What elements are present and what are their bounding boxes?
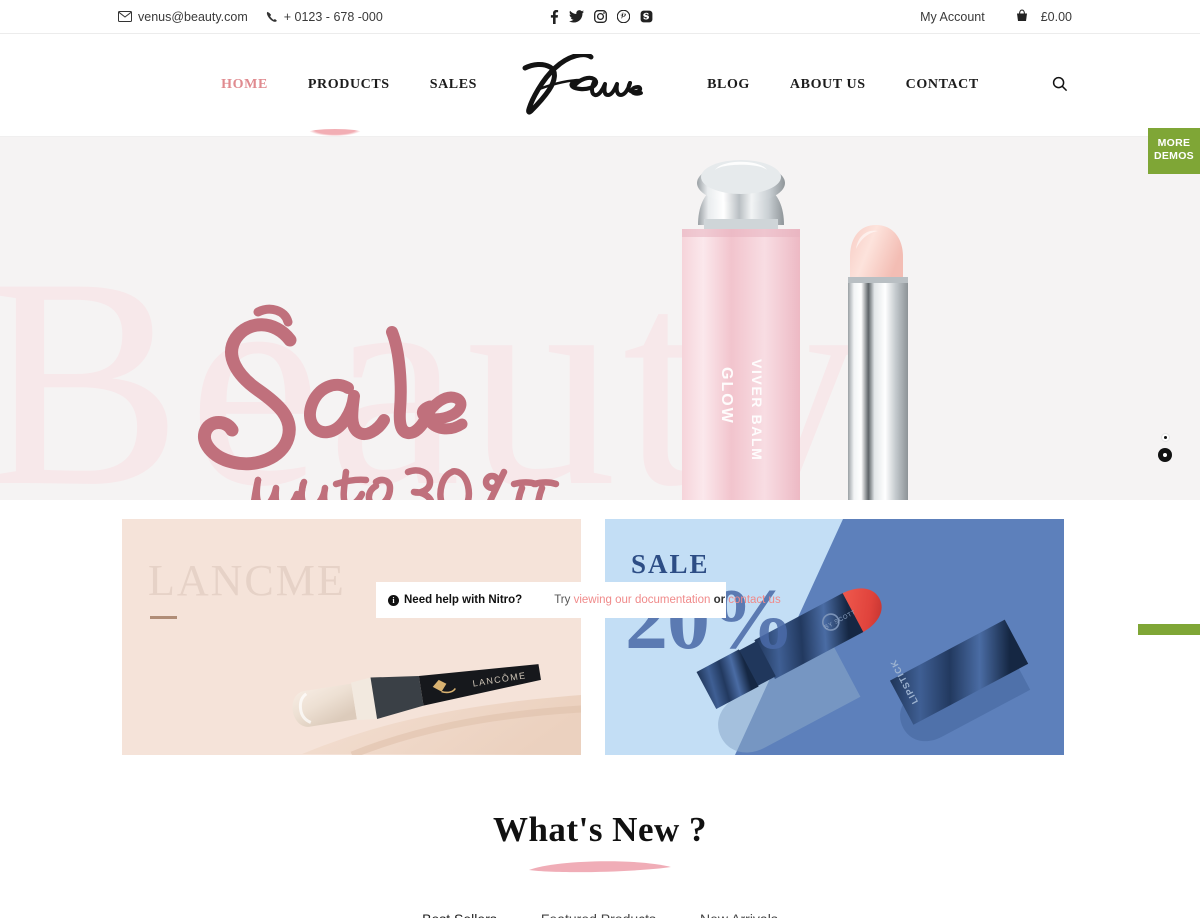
sale-banner-label: SALE <box>631 549 710 579</box>
svg-text:GLOW: GLOW <box>718 367 735 425</box>
nav-item-home[interactable]: HOME <box>201 71 288 99</box>
green-edge-accent <box>1138 624 1200 635</box>
nav-item-blog[interactable]: BLOG <box>687 71 770 99</box>
nav-left-group: HOME PRODUCTS SALES <box>201 71 497 136</box>
tab-best-sellers[interactable]: Best Sellers <box>400 901 519 918</box>
email-text: venus@beauty.com <box>138 9 248 24</box>
tab-featured-products[interactable]: Featured Products <box>519 901 678 918</box>
hero-slider: Beauty GLOW VIVER BALM <box>0 137 1200 500</box>
phone-icon <box>266 11 278 23</box>
nav-item-contact[interactable]: CONTACT <box>886 71 999 99</box>
phone-text: + 0123 - 678 -000 <box>283 9 383 24</box>
search-icon <box>1052 76 1068 95</box>
whats-new-title: What's New ? <box>492 810 708 849</box>
skype-icon[interactable] <box>640 10 653 23</box>
envelope-icon <box>118 11 132 22</box>
nitro-question-text: Need help with Nitro? <box>404 594 523 606</box>
cart-icon <box>1015 9 1029 25</box>
hero-product-image: GLOW VIVER BALM <box>660 137 990 500</box>
search-button[interactable] <box>1045 70 1075 100</box>
cart-total: £0.00 <box>1040 9 1072 24</box>
cart-widget[interactable]: £0.00 <box>1015 9 1072 25</box>
more-demos-line1: MORE <box>1157 137 1191 149</box>
phone-contact[interactable]: + 0123 - 678 -000 <box>266 10 383 24</box>
nitro-or-text: or <box>710 594 729 606</box>
info-icon: i <box>388 594 399 606</box>
top-bar: venus@beauty.com + 0123 - 678 -000 My Ac… <box>0 0 1200 34</box>
site-logo[interactable] <box>507 54 677 116</box>
nitro-documentation-link[interactable]: viewing our documentation <box>574 594 711 606</box>
nitro-help-text: Try viewing our documentation or contact… <box>554 594 781 606</box>
tab-new-arrivals[interactable]: New Arrivals <box>678 901 800 918</box>
instagram-icon[interactable] <box>594 10 607 23</box>
social-links <box>548 9 653 24</box>
hero-sale-artwork <box>170 292 570 500</box>
pinterest-icon[interactable] <box>617 10 630 23</box>
more-demos-tab[interactable]: MORE DEMOS <box>1148 128 1200 175</box>
twitter-icon[interactable] <box>569 10 584 23</box>
email-contact[interactable]: venus@beauty.com <box>118 10 248 24</box>
nav-item-products[interactable]: PRODUCTS <box>288 71 410 99</box>
more-demos-line2: DEMOS <box>1153 150 1194 163</box>
whats-new-brush-underline <box>525 856 675 876</box>
top-bar-contact: venus@beauty.com + 0123 - 678 -000 <box>118 10 383 24</box>
facebook-icon[interactable] <box>548 9 559 24</box>
main-header: HOME PRODUCTS SALES BLOG ABOUT US CONTAC… <box>0 34 1200 137</box>
sale-banner[interactable]: BY SCOTT LIPSTICK 20% SALE <box>605 519 1064 755</box>
active-nav-underline <box>308 129 362 136</box>
nitro-try-prefix: Try <box>554 594 574 606</box>
lancome-banner[interactable]: LANCME LANCÔME <box>122 519 581 755</box>
slider-dot-2-active[interactable] <box>1158 448 1172 462</box>
nitro-contact-link[interactable]: contact us <box>728 594 780 606</box>
lancome-brush-image: LANCÔME <box>292 664 581 755</box>
my-account-link[interactable]: My Account <box>920 10 985 24</box>
whats-new-section: What's New ? Best Sellers Featured Produ… <box>0 755 1200 918</box>
svg-text:VIVER BALM: VIVER BALM <box>749 359 765 461</box>
product-tabs: Best Sellers Featured Products New Arriv… <box>122 901 1078 918</box>
slider-dot-1[interactable] <box>1160 433 1170 442</box>
nav-right-group: BLOG ABOUT US CONTACT <box>687 71 999 99</box>
promo-banners: LANCME LANCÔME BY SCOTT LIPSTICK 20% SAL… <box>0 500 1200 755</box>
top-bar-actions: My Account £0.00 <box>920 9 1072 25</box>
nitro-question-group: i Need help with Nitro? <box>388 594 522 606</box>
main-navigation: HOME PRODUCTS SALES BLOG ABOUT US CONTAC… <box>201 54 999 136</box>
nav-item-sales[interactable]: SALES <box>410 71 497 99</box>
hero-slider-dots <box>1158 433 1172 462</box>
nav-item-about-us[interactable]: ABOUT US <box>770 71 886 99</box>
nitro-notification-bar: i Need help with Nitro? Try viewing our … <box>376 582 781 618</box>
